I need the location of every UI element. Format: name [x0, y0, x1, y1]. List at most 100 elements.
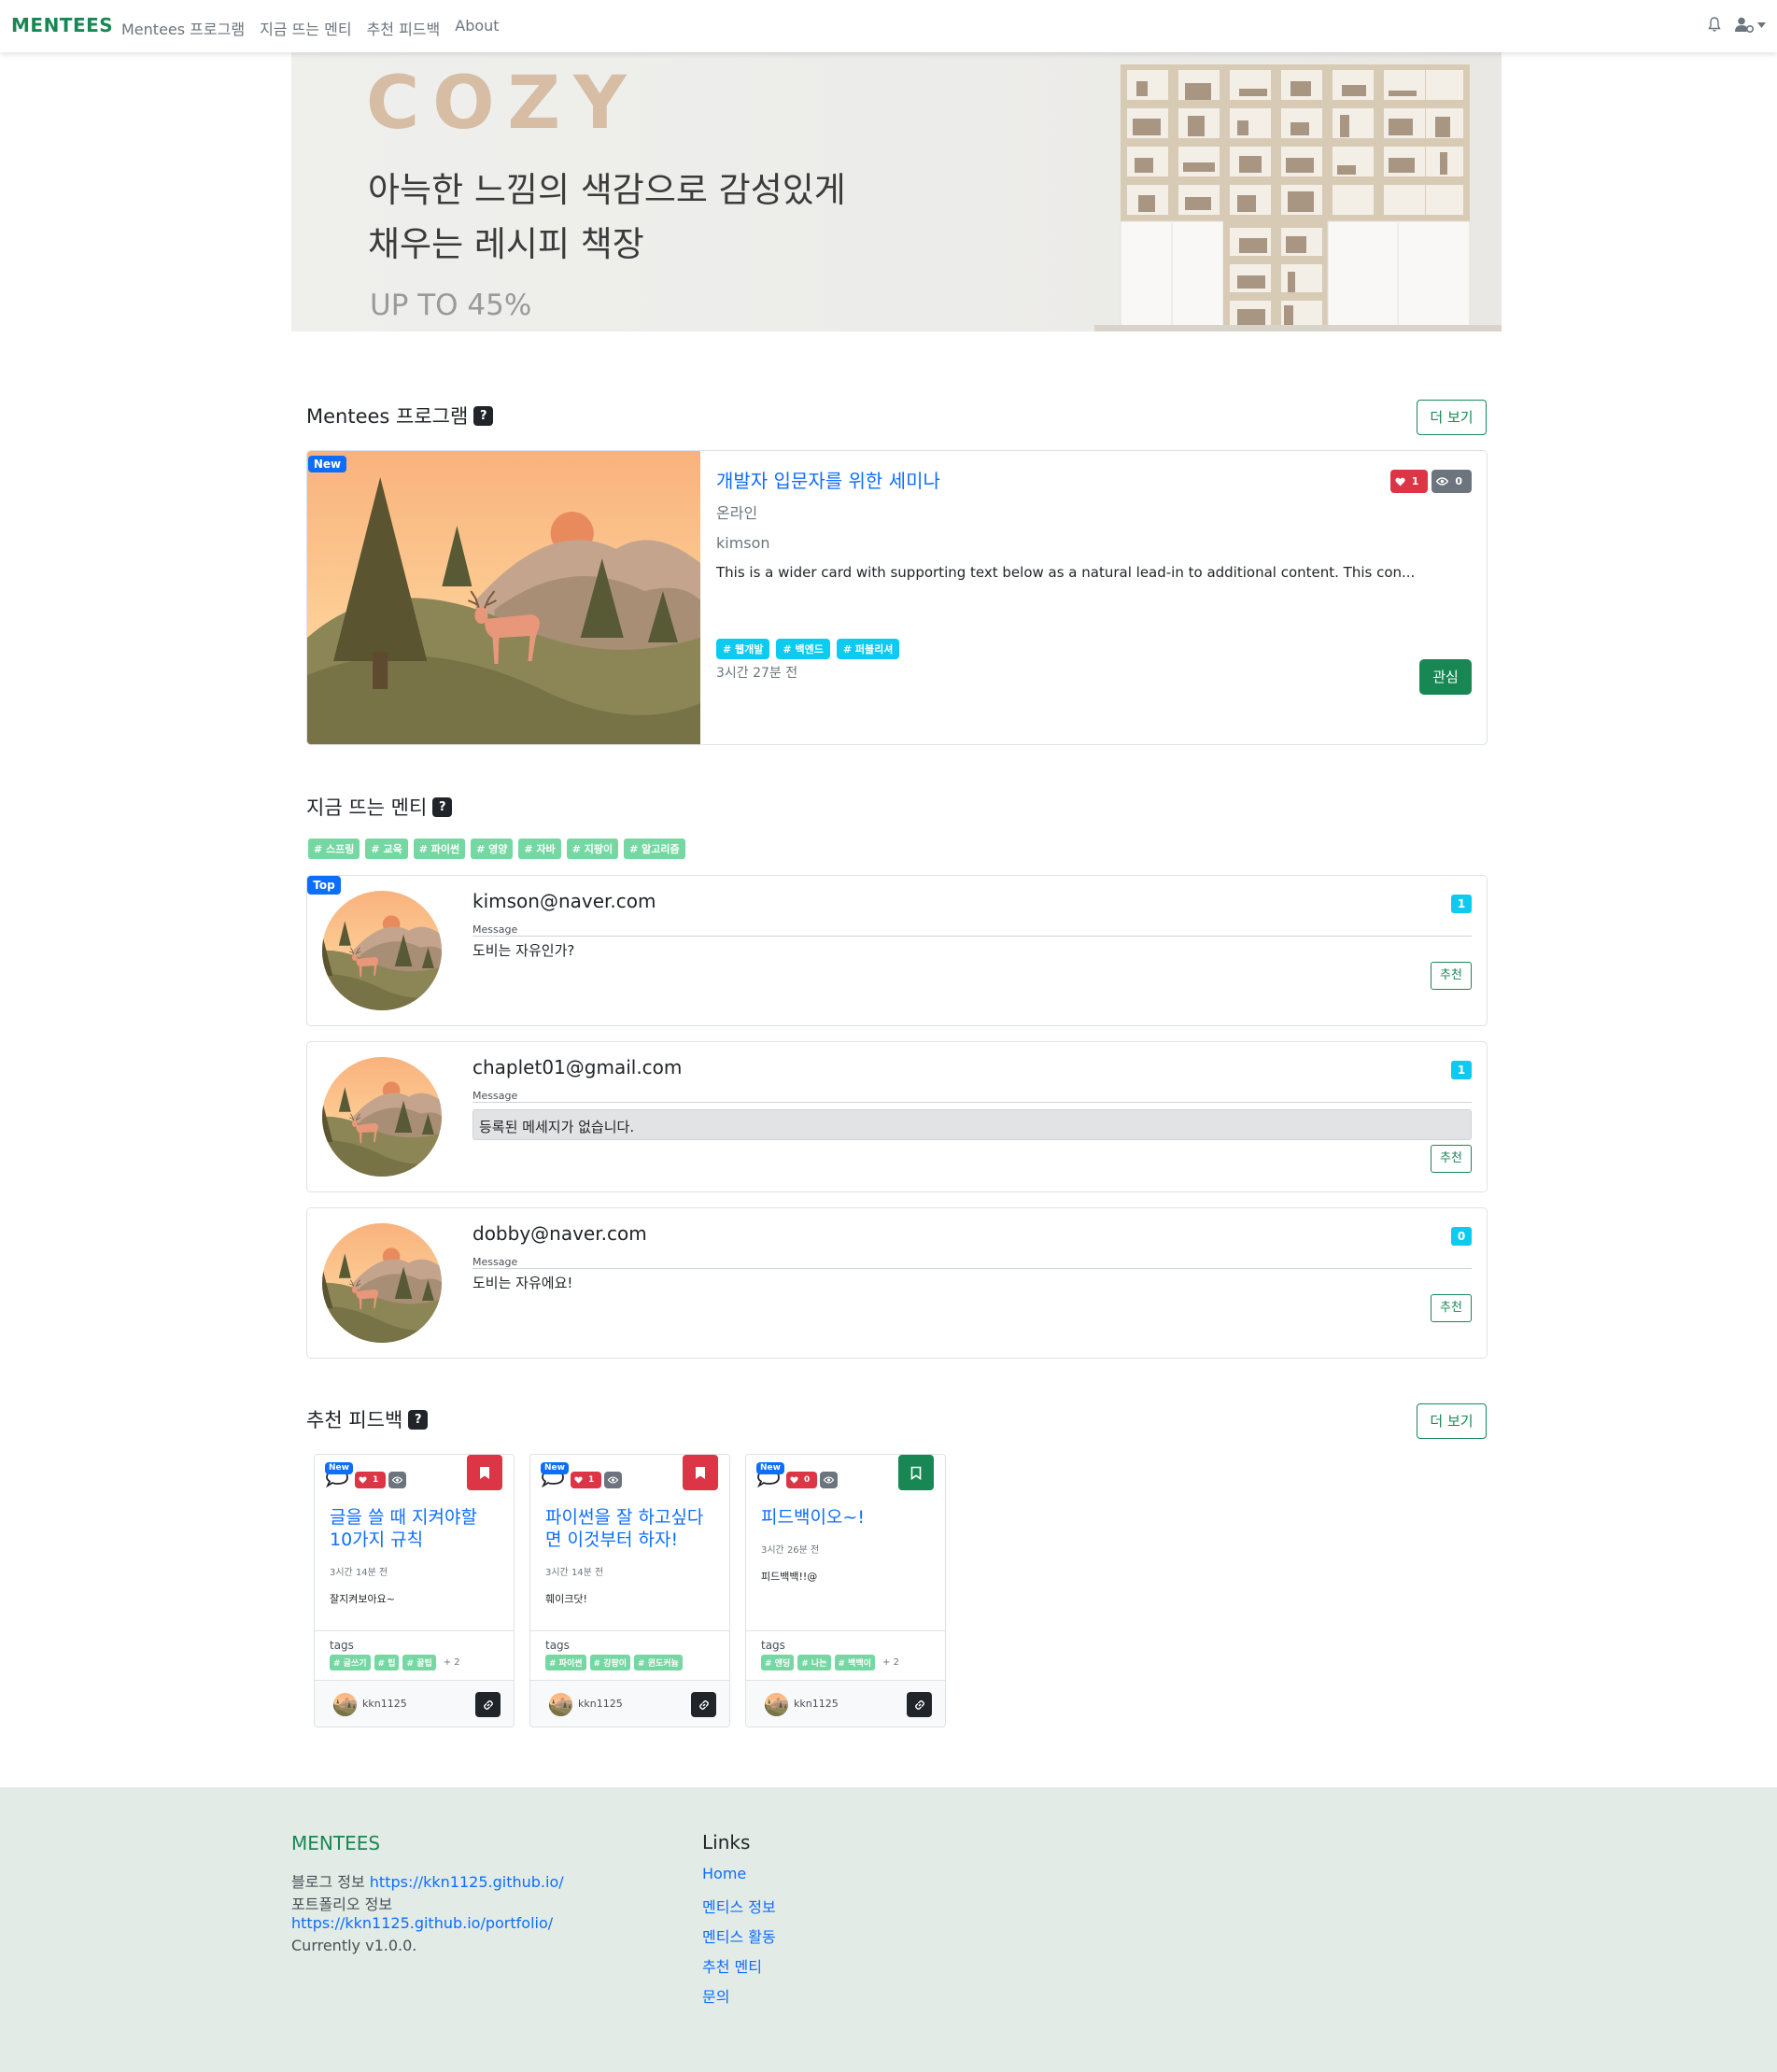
menti-message-label: Message: [472, 1256, 518, 1268]
feedback-tags-area: tags # 엔딩 # 나는 # 백백이 + 2: [746, 1630, 945, 1680]
footer-link-contact[interactable]: 문의: [702, 1984, 729, 2007]
feedback-tag[interactable]: # 팁: [374, 1655, 400, 1670]
heart-icon: [1395, 477, 1405, 486]
footer-link-info[interactable]: 멘티스 정보: [702, 1895, 776, 1917]
hot-tag[interactable]: # 교육: [365, 839, 408, 859]
bell-icon[interactable]: [1707, 17, 1722, 33]
feedback-like-count: 1: [373, 1475, 379, 1485]
feedback-tags-more: + 2: [882, 1657, 899, 1668]
hot-mentis-help-badge[interactable]: ?: [432, 796, 453, 817]
menti-divider: [472, 1268, 1472, 1269]
nav-link-programs[interactable]: Mentees 프로그램: [121, 17, 245, 39]
feedback-title[interactable]: 글을 쓸 때 지켜야할 10가지 규칙: [330, 1506, 498, 1551]
footer-link-recommend[interactable]: 추천 멘티: [702, 1954, 762, 1977]
feedback-tag[interactable]: # 글쓰기: [330, 1655, 371, 1670]
feedback-comment-icon-wrap: New: [756, 1462, 784, 1492]
feedback-tag[interactable]: # 윈도커늄: [634, 1655, 683, 1670]
program-title[interactable]: 개발자 입문자를 위한 세미나: [716, 466, 940, 493]
feedback-tags-more: + 2: [443, 1657, 460, 1668]
footer-blog-link[interactable]: https://kkn1125.github.io/: [370, 1873, 564, 1891]
hot-tag[interactable]: # 알고리즘: [624, 839, 685, 859]
feedback-tags-area: tags # 파이썬 # 강팡이 # 윈도커늄: [530, 1630, 729, 1680]
programs-help-badge[interactable]: ?: [473, 405, 494, 426]
program-tag[interactable]: # 퍼블리셔: [836, 639, 900, 659]
menti-card[interactable]: Top kimson@naver.com Message 도비는 자유인가? 1…: [306, 875, 1488, 1026]
feedback-card[interactable]: New 1 글을 쓸 때 지켜야할 10가지 규칙 3시간 14분 전 잘지켜보…: [314, 1454, 515, 1727]
feedback-tag[interactable]: # 꿀팁: [402, 1655, 436, 1670]
menti-divider: [472, 936, 1472, 937]
menti-message: 도비는 자유인가?: [472, 942, 575, 959]
program-tag[interactable]: # 백엔드: [776, 639, 830, 659]
feedback-header: New 0: [756, 1462, 839, 1492]
program-stats: 1 0: [1389, 470, 1472, 493]
feedback-header: New 1: [541, 1462, 623, 1492]
feedback-like-count: 1: [588, 1475, 595, 1485]
bookmark-button[interactable]: [467, 1455, 502, 1490]
link-button[interactable]: [691, 1692, 716, 1717]
footer-link-home[interactable]: Home: [702, 1865, 746, 1882]
hot-tag[interactable]: # 영양: [471, 839, 514, 859]
menti-count-badge: 1: [1451, 1061, 1472, 1079]
recommend-button[interactable]: 추천: [1431, 1145, 1472, 1173]
feedback-new-badge: New: [325, 1462, 353, 1474]
recommend-button[interactable]: 추천: [1431, 962, 1472, 990]
footer-portfolio-link[interactable]: https://kkn1125.github.io/portfolio/: [291, 1914, 553, 1932]
user-gear-icon[interactable]: [1735, 17, 1766, 33]
avatar: [549, 1693, 572, 1716]
menti-card[interactable]: chaplet01@gmail.com Message 등록된 메세지가 없습니…: [306, 1041, 1488, 1192]
link-button[interactable]: [475, 1692, 501, 1717]
eye-icon: [608, 1476, 619, 1484]
link-button[interactable]: [907, 1692, 932, 1717]
bookmark-button[interactable]: [898, 1455, 934, 1490]
feedback-card[interactable]: New 1 파이썬을 잘 하고싶다면 이것부터 하자! 3시간 14분 전 훼이…: [529, 1454, 730, 1727]
bookmark-button[interactable]: [683, 1455, 718, 1490]
bookmark-filled-icon: [480, 1466, 489, 1479]
banner-sale-text: UP TO 45%: [370, 289, 532, 322]
hot-tag[interactable]: # 자바: [518, 839, 561, 859]
feedback-tags: # 파이썬 # 강팡이 # 윈도커늄: [545, 1655, 683, 1670]
feedback-card[interactable]: New 0 피드백이오~! 3시간 26분 전 피드백백!!@ tags # 엔…: [745, 1454, 946, 1727]
program-tag[interactable]: # 웹개발: [716, 639, 770, 659]
hero-banner[interactable]: COZY 아늑한 느낌의 색감으로 감성있게 채우는 레시피 책장 UP TO …: [291, 52, 1502, 331]
brand-logo[interactable]: MENTEES: [11, 14, 113, 36]
program-card[interactable]: New 개발자 입문자를 위한 세미나 온라인 kimson This is a…: [306, 450, 1488, 745]
feedback-tag[interactable]: # 나는: [797, 1655, 831, 1670]
menti-avatar: [322, 1057, 442, 1177]
feedback-title[interactable]: 피드백이오~!: [761, 1506, 929, 1529]
feedback-like-badge[interactable]: 1: [571, 1472, 602, 1488]
feedback-tag[interactable]: # 파이썬: [545, 1655, 586, 1670]
interest-button[interactable]: 관심: [1419, 659, 1472, 695]
navbar: MENTEES Mentees 프로그램 지금 뜨는 멘티 추천 피드백 Abo…: [0, 0, 1777, 52]
nav-link-about[interactable]: About: [455, 17, 499, 39]
feedback-section-title: 추천 피드백 ?: [306, 1405, 429, 1433]
bookmark-filled-icon: [696, 1466, 705, 1479]
feedback-help-badge[interactable]: ?: [408, 1409, 429, 1430]
footer-link-activity[interactable]: 멘티스 활동: [702, 1924, 776, 1947]
hot-tag[interactable]: # 파이썬: [413, 839, 466, 859]
programs-title-text: Mentees 프로그램: [306, 405, 469, 428]
nav-link-feedback[interactable]: 추천 피드백: [367, 17, 441, 39]
menti-card[interactable]: dobby@naver.com Message 도비는 자유에요! 0 추천: [306, 1207, 1488, 1359]
programs-section-title: Mentees 프로그램 ?: [306, 402, 494, 430]
programs-more-button[interactable]: 더 보기: [1417, 400, 1487, 435]
program-like-badge[interactable]: 1: [1389, 470, 1429, 493]
feedback-new-badge: New: [541, 1462, 569, 1474]
feedback-view-badge: [820, 1472, 839, 1488]
hot-tag[interactable]: # 스프링: [308, 839, 360, 859]
feedback-body: 잘지켜보아요~: [330, 1593, 395, 1605]
feedback-like-badge[interactable]: 0: [786, 1472, 818, 1488]
recommend-button[interactable]: 추천: [1431, 1294, 1472, 1322]
hot-mentis-section-title: 지금 뜨는 멘티 ?: [306, 793, 453, 821]
feedback-more-button[interactable]: 더 보기: [1417, 1403, 1487, 1439]
feedback-footer: kkn1125: [746, 1680, 945, 1727]
feedback-like-badge[interactable]: 1: [355, 1472, 387, 1488]
feedback-tag[interactable]: # 백백이: [834, 1655, 876, 1670]
feedback-title[interactable]: 파이썬을 잘 하고싶다면 이것부터 하자!: [545, 1506, 713, 1551]
hot-tag[interactable]: # 지팡이: [566, 839, 619, 859]
menti-email: kimson@naver.com: [472, 890, 656, 912]
feedback-time: 3시간 14분 전: [545, 1568, 604, 1578]
feedback-tag[interactable]: # 엔딩: [761, 1655, 795, 1670]
feedback-tag[interactable]: # 강팡이: [589, 1655, 631, 1670]
bookmark-outline-icon: [910, 1466, 922, 1480]
nav-link-hot-mentis[interactable]: 지금 뜨는 멘티: [260, 17, 352, 39]
